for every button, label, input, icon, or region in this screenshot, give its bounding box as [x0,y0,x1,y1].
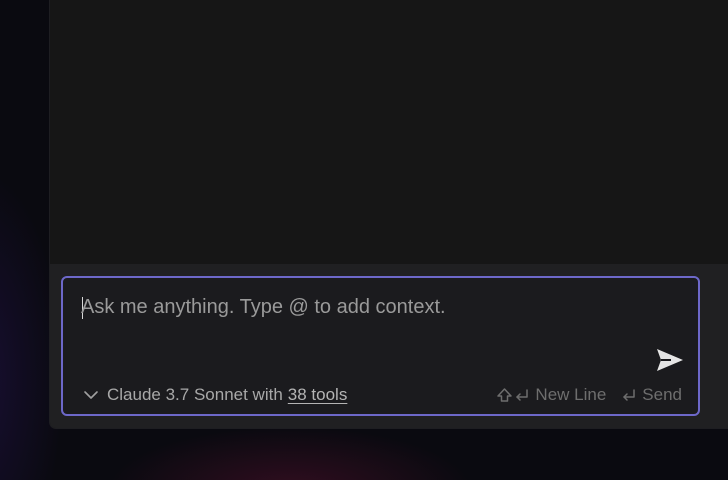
chat-input[interactable] [81,294,641,320]
model-label: Claude 3.7 Sonnet with [107,385,283,404]
return-icon [623,389,636,401]
send-hint-label: Send [642,385,682,404]
tools-link[interactable]: 38 tools [288,385,348,405]
send-hint: Send [620,385,682,405]
keyboard-hints: New Line Send [496,384,682,406]
model-selector[interactable]: Claude 3.7 Sonnet with 38 tools [83,384,347,406]
chevron-down-icon [84,391,98,399]
chat-composer: Claude 3.7 Sonnet with 38 tools New Line… [61,276,700,416]
send-icon[interactable] [656,348,684,372]
return-icon [516,389,529,401]
new-line-hint: New Line [496,385,606,405]
new-line-hint-label: New Line [535,385,607,404]
shift-icon [497,388,513,402]
